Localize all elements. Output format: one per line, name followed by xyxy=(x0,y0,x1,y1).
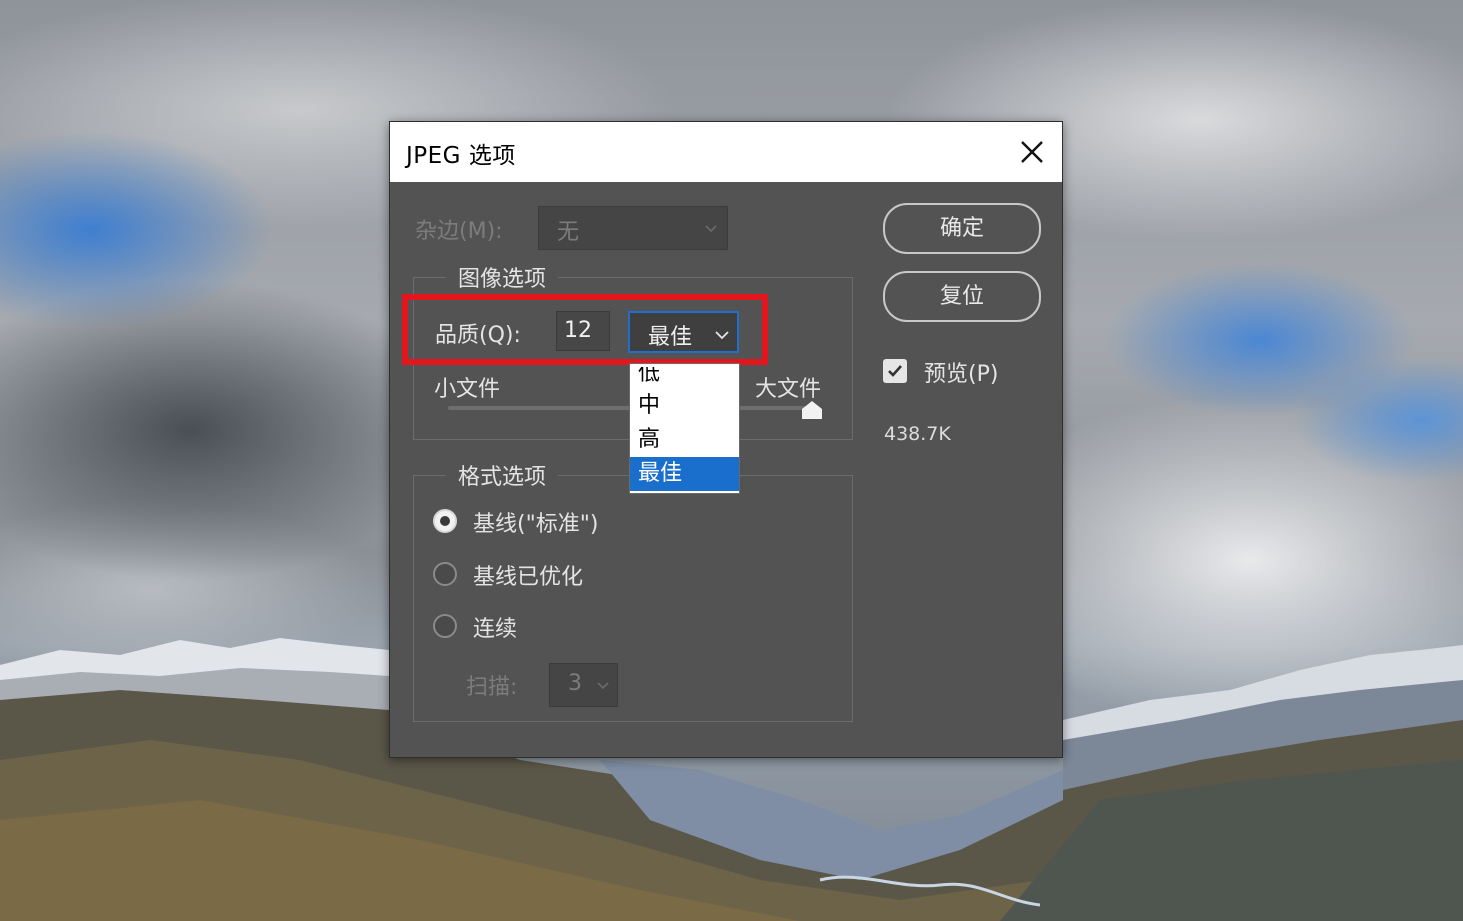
radio-progressive[interactable] xyxy=(433,614,457,638)
chevron-down-icon xyxy=(597,682,609,690)
checkmark-icon xyxy=(888,365,902,377)
close-button[interactable] xyxy=(1012,132,1052,172)
dialog-title: JPEG 选项 xyxy=(406,143,516,169)
dropdown-option[interactable]: 最佳 xyxy=(630,457,739,491)
reset-button[interactable]: 复位 xyxy=(883,271,1041,322)
ok-button[interactable]: 确定 xyxy=(883,203,1041,254)
progressive-label: 连续 xyxy=(473,617,518,642)
large-file-label: 大文件 xyxy=(755,377,822,402)
slider-thumb-icon[interactable] xyxy=(800,400,824,420)
baseline-optimized-label: 基线已优化 xyxy=(473,565,584,590)
dropdown-option[interactable]: 中 xyxy=(630,389,739,423)
radio-baseline-standard[interactable] xyxy=(433,509,457,533)
preview-label: 预览(P) xyxy=(924,362,999,387)
close-icon xyxy=(1021,141,1043,163)
dialog-titlebar: JPEG 选项 xyxy=(390,122,1062,182)
matte-value: 无 xyxy=(557,220,580,245)
format-options-legend: 格式选项 xyxy=(446,459,559,491)
image-options-legend: 图像选项 xyxy=(446,261,559,293)
matte-label: 杂边(M): xyxy=(415,219,503,244)
preview-checkbox[interactable] xyxy=(883,359,907,383)
jpeg-options-dialog: JPEG 选项 杂边(M): 无 图像选项 品质(Q): 12 最佳 小文件 大… xyxy=(389,121,1063,758)
baseline-standard-label: 基线("标准") xyxy=(473,512,599,537)
scans-select[interactable]: 3 xyxy=(549,663,618,707)
red-highlight-box xyxy=(402,294,768,365)
small-file-label: 小文件 xyxy=(434,377,501,402)
dropdown-option[interactable]: 低 xyxy=(630,367,739,389)
scans-label: 扫描: xyxy=(466,675,518,700)
chevron-down-icon xyxy=(705,225,717,233)
file-size: 438.7K xyxy=(884,423,951,445)
radio-baseline-optimized[interactable] xyxy=(433,562,457,586)
dropdown-option[interactable]: 高 xyxy=(630,423,739,457)
quality-preset-dropdown: 低中高最佳 xyxy=(629,363,740,494)
scans-value: 3 xyxy=(568,671,582,696)
matte-select[interactable]: 无 xyxy=(538,206,728,250)
